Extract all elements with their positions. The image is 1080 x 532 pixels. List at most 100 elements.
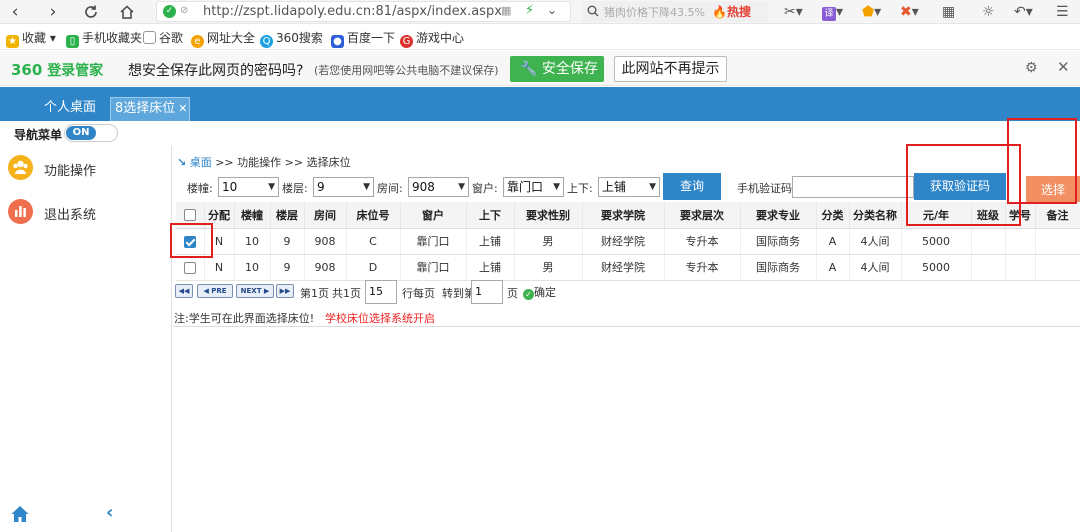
url-text: http://zspt.lidapoly.edu.cn:81/aspx/inde… [203, 4, 502, 19]
bookmark-google[interactable]: 谷歌 [143, 29, 183, 46]
table-row[interactable]: N 10 9 908 C 靠门口 上铺男财经学院 专升本 国际商务 A 4人间 5000 [176, 228, 1080, 255]
column-header: 要求性别 [514, 202, 583, 229]
floor-select[interactable]: 9 ▼ [313, 177, 374, 197]
prev-page-button[interactable]: ◀ PRE [197, 284, 233, 298]
hot-search-badge[interactable]: 🔥热搜 [712, 3, 751, 20]
column-header: 分类 [816, 202, 850, 229]
select-all-checkbox[interactable] [183, 209, 196, 222]
bunk-label: 上下: [567, 182, 593, 195]
get-code-button[interactable]: 获取验证码 [914, 173, 1006, 200]
tab-personal-desktop[interactable]: 个人桌面 [36, 97, 104, 121]
users-icon [8, 155, 33, 180]
room-select[interactable]: 908 ▼ [408, 177, 469, 197]
table-cell: 4人间 [849, 254, 902, 281]
table-row[interactable]: N 10 9 908 D 靠门口 上铺男财经学院 专升本 国际商务 A 4人间 5000 [176, 254, 1080, 281]
sidebar-item-logout[interactable]: 退出系统 [8, 199, 168, 225]
close-icon[interactable]: ✕ [1057, 58, 1070, 76]
table-cell [1035, 254, 1080, 281]
search-box[interactable]: 猪肉价格下降43.5% 🔥热搜 [582, 1, 768, 22]
per-page-label: 行每页 [402, 287, 435, 300]
shield-icon[interactable]: ⬟▾ [862, 2, 881, 22]
window-value: 靠门口 [507, 180, 544, 194]
nav-menu-toggle[interactable]: ON [64, 124, 118, 142]
row-checkbox-cell[interactable] [176, 254, 205, 281]
bookmark-bar: ★ 收藏 ▾ ▯ 手机收藏夹 谷歌 e 网址大全 Q 360搜索 ● 百度一下 G 游戏中心 [0, 24, 1080, 50]
choose-button[interactable]: 选择 [1026, 176, 1080, 205]
column-header: 分配 [204, 202, 235, 229]
chevron-down-icon: ▼ [649, 182, 656, 192]
goto-confirm-button[interactable]: ✓ 确定 [523, 284, 556, 300]
brightness-icon[interactable]: ☼ [982, 2, 995, 22]
per-page-input[interactable]: 15 [365, 280, 397, 304]
home-browser-icon[interactable] [116, 2, 138, 22]
home-icon[interactable] [10, 504, 30, 524]
password-save-bar: 360 登录管家 想安全保存此网页的密码吗? (若您使用网吧等公共电脑不建议保存… [0, 51, 1080, 86]
row-checkbox[interactable] [183, 235, 196, 248]
window-select[interactable]: 靠门口 ▼ [503, 177, 564, 197]
back-icon[interactable]: ‹ [4, 2, 26, 22]
query-button[interactable]: 查询 [663, 173, 721, 200]
speed-mode-icon[interactable]: ⚡ [525, 3, 534, 18]
dropdown-icon[interactable]: ⌄ [547, 3, 557, 17]
bookmark-games[interactable]: G 游戏中心 [400, 29, 464, 48]
bunk-select[interactable]: 上铺 ▼ [598, 177, 660, 197]
table-cell: 10 [234, 254, 271, 281]
qr-code-icon[interactable]: ▦ [501, 4, 511, 17]
address-bar[interactable]: ✓ ⊘ http://zspt.lidapoly.edu.cn:81/aspx/… [156, 1, 571, 22]
table-cell: 靠门口 [400, 228, 467, 255]
gear-icon[interactable]: ⚙ [1025, 60, 1038, 76]
bookmark-label: 收藏 [22, 31, 47, 45]
forward-icon[interactable]: › [42, 2, 64, 22]
tab-choose-bed[interactable]: 8选择床位 ✕ [110, 97, 190, 121]
column-header: 元/年 [901, 202, 972, 229]
column-header: 房间 [304, 202, 347, 229]
confirm-label: 确定 [534, 286, 556, 299]
bookmark-favorites[interactable]: ★ 收藏 ▾ [6, 29, 56, 48]
bookmark-360search[interactable]: Q 360搜索 [260, 29, 323, 48]
undo-icon[interactable]: ↶▾ [1014, 2, 1033, 22]
building-value: 10 [222, 180, 238, 194]
table-cell: 男 [514, 254, 583, 281]
table-cell: 上铺 [466, 228, 515, 255]
scissors-icon[interactable]: ✂▾ [784, 2, 803, 22]
security-shield-icon: ✓ [163, 5, 176, 18]
breadcrumb-home-link[interactable]: 桌面 [190, 156, 212, 169]
table-cell: N [204, 228, 235, 255]
safe-save-button[interactable]: 🔧 安全保存 [510, 56, 604, 82]
row-checkbox[interactable] [183, 261, 196, 274]
next-page-button[interactable]: NEXT ▶ [236, 284, 274, 298]
page-suffix: 页 [507, 287, 518, 300]
select-all-checkbox-cell[interactable] [176, 202, 205, 229]
current-page-label: 第1页 [300, 287, 329, 300]
pager: ◀◀ ◀ PRE NEXT ▶ ▶▶ 第1页 共1页 15 行每页 转到第 1 … [175, 280, 775, 308]
menu-icon[interactable]: ☰ [1056, 2, 1069, 22]
first-page-button[interactable]: ◀◀ [175, 284, 193, 298]
bookmark-hao[interactable]: e 网址大全 [191, 29, 255, 48]
sidebar-item-functions[interactable]: 功能操作 [8, 155, 168, 181]
last-page-button[interactable]: ▶▶ [276, 284, 294, 298]
table-cell: 国际商务 [740, 228, 817, 255]
never-remind-button[interactable]: 此网站不再提示 [614, 56, 727, 82]
row-checkbox-cell[interactable] [176, 228, 205, 255]
grid-apps-icon[interactable]: ▦ [942, 2, 955, 22]
table-cell: 男 [514, 228, 583, 255]
tab-close-icon[interactable]: ✕ [178, 98, 190, 120]
wrench-icon: 🔧 [520, 61, 538, 77]
translate-icon[interactable]: 译 ▾ [822, 2, 843, 22]
bunk-value: 上铺 [602, 180, 627, 194]
table-cell: N [204, 254, 235, 281]
hao-icon: e [191, 35, 204, 48]
nav-toggle-row: 导航菜单 ON [0, 121, 1080, 145]
bookmark-mobile[interactable]: ▯ 手机收藏夹 [66, 29, 142, 48]
login-manager-logo: 360 登录管家 [11, 60, 103, 80]
bookmark-baidu[interactable]: ● 百度一下 [331, 29, 395, 48]
building-select[interactable]: 10 ▼ [218, 177, 279, 197]
game-icon[interactable]: ✖▾ [900, 2, 919, 22]
window-label: 窗户: [472, 182, 498, 195]
refresh-icon[interactable] [80, 2, 102, 22]
collapse-sidebar-icon[interactable]: ‹ [106, 502, 113, 523]
page-icon [143, 31, 156, 44]
goto-page-input[interactable]: 1 [471, 280, 503, 304]
table-cell: D [346, 254, 401, 281]
phone-code-input[interactable] [792, 176, 914, 198]
